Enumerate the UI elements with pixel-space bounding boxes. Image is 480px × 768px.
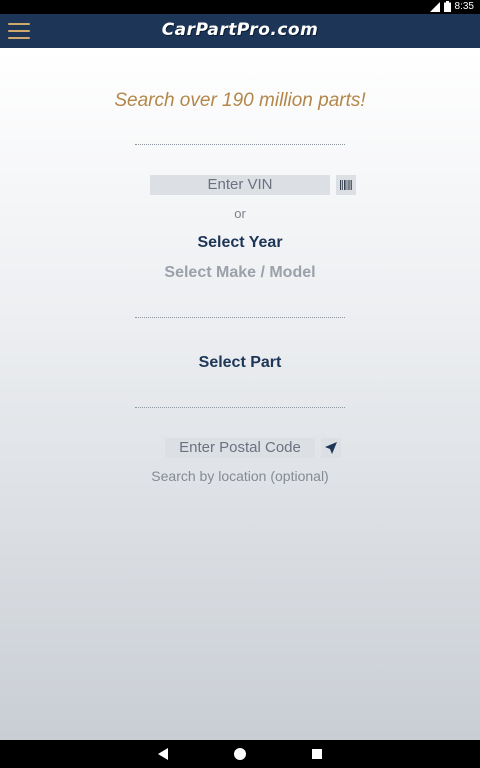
status-time: 8:35 — [454, 1, 474, 12]
location-arrow-icon — [325, 442, 337, 454]
status-bar: 8:35 — [0, 0, 480, 14]
postal-code-input[interactable]: Enter Postal Code — [165, 438, 315, 458]
status-icons: 8:35 — [429, 1, 474, 12]
barcode-icon — [340, 180, 352, 190]
tagline: Search over 190 million parts! — [114, 90, 366, 111]
divider-bottom — [135, 407, 345, 408]
home-icon[interactable] — [234, 748, 246, 760]
signal-icon — [429, 1, 440, 12]
search-panel: Search over 190 million parts! Enter VIN… — [0, 48, 480, 740]
logo-text[interactable]: CarPartPro.com — [0, 20, 480, 40]
divider-top — [135, 144, 345, 145]
select-part-link[interactable]: Select Part — [0, 354, 480, 372]
recent-apps-icon[interactable] — [312, 749, 322, 759]
locate-button[interactable] — [321, 438, 341, 458]
select-year-link[interactable]: Select Year — [0, 234, 480, 252]
location-hint: Search by location (optional) — [151, 468, 329, 484]
system-nav-bar — [0, 740, 480, 768]
barcode-scan-button[interactable] — [336, 175, 356, 195]
or-label: or — [234, 206, 246, 221]
battery-icon — [443, 1, 451, 12]
divider-middle — [135, 317, 345, 318]
back-icon[interactable] — [157, 748, 169, 760]
select-make-model-link[interactable]: Select Make / Model — [0, 264, 480, 282]
vin-input[interactable]: Enter VIN — [150, 175, 330, 195]
